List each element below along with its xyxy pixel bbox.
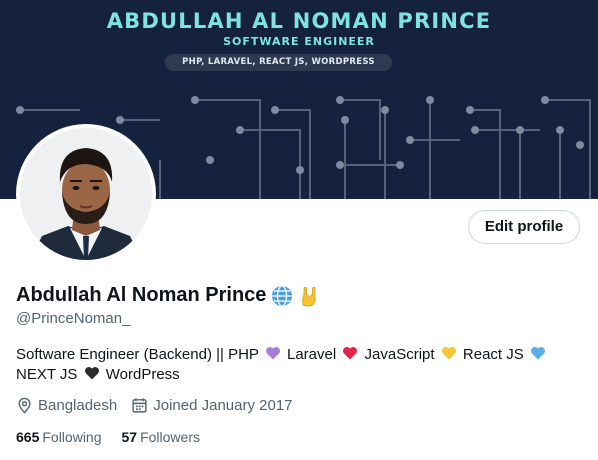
bio-text-3: JavaScript bbox=[364, 346, 435, 363]
bio-text-5: NEXT JS bbox=[16, 366, 78, 383]
avatar[interactable] bbox=[20, 128, 152, 260]
red-heart-icon bbox=[343, 347, 358, 360]
banner-subtitle: SOFTWARE ENGINEER bbox=[223, 35, 375, 48]
bio: Software Engineer (Backend) || PHP Larav… bbox=[16, 345, 576, 385]
location-pin-icon bbox=[18, 397, 31, 414]
following-label: Following bbox=[42, 429, 102, 445]
rock-hand-icon bbox=[298, 285, 320, 307]
profile-meta: Bangladesh Joined January 2017 bbox=[16, 397, 307, 414]
banner-title: ABDULLAH AL NOMAN PRINCE bbox=[106, 9, 492, 33]
edit-profile-button[interactable]: Edit profile bbox=[468, 210, 580, 244]
display-name: Abdullah Al Noman Prince bbox=[16, 284, 267, 306]
yellow-heart-icon bbox=[441, 347, 456, 360]
joined-text: Joined January 2017 bbox=[153, 397, 293, 414]
followers-count: 57 bbox=[121, 429, 138, 445]
joined-item: Joined January 2017 bbox=[131, 397, 293, 414]
bio-text-2: Laravel bbox=[286, 346, 337, 363]
user-handle: @PrinceNoman_ bbox=[16, 310, 131, 327]
followers-link[interactable]: 57 Followers bbox=[122, 429, 200, 445]
banner-skills-badge: PHP, LARAVEL, REACT JS, WORDPRESS bbox=[165, 54, 392, 71]
followers-label: Followers bbox=[140, 429, 200, 445]
avatar-portrait bbox=[20, 128, 152, 260]
purple-heart-icon bbox=[265, 347, 280, 360]
bio-text-1: Software Engineer (Backend) || PHP bbox=[16, 346, 259, 363]
location-item: Bangladesh bbox=[16, 397, 117, 414]
location-text: Bangladesh bbox=[38, 397, 118, 414]
black-heart-icon bbox=[84, 367, 99, 380]
follow-stats: 665 Following 57 Followers bbox=[16, 429, 220, 445]
bio-text-4: React JS bbox=[462, 346, 524, 363]
following-link[interactable]: 665 Following bbox=[16, 429, 102, 445]
following-count: 665 bbox=[16, 429, 40, 445]
avatar-ring bbox=[16, 124, 156, 264]
blue-heart-icon bbox=[530, 347, 545, 360]
globe-icon bbox=[271, 284, 293, 307]
bio-text-6: WordPress bbox=[105, 366, 180, 383]
name-row: Abdullah Al Noman Prince bbox=[16, 284, 320, 307]
calendar-icon bbox=[132, 398, 147, 413]
